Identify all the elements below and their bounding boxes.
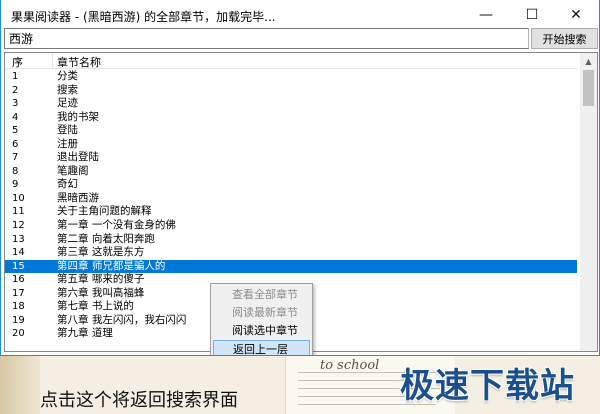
context-menu-item[interactable]: 阅读选中章节	[213, 321, 310, 339]
list-item[interactable]: 13 第二章 向着太阳奔跑	[5, 233, 577, 247]
list-item[interactable]: 12 第一章 一个没有金身的佛	[5, 219, 577, 233]
chapter-number: 4	[12, 111, 19, 123]
decorative-background	[0, 356, 40, 414]
column-header-chapter-name[interactable]: 章节名称	[57, 54, 101, 70]
chapter-number: 14	[12, 247, 25, 259]
chapter-name: 关于主角问题的解释	[57, 205, 152, 218]
list-item[interactable]: 4 我的书架	[5, 111, 577, 125]
chapter-number: 7	[12, 152, 19, 164]
search-input[interactable]	[4, 28, 529, 49]
chapter-number: 17	[12, 287, 25, 299]
vertical-scrollbar[interactable]: ▲	[580, 53, 597, 351]
chapter-number: 6	[12, 138, 19, 150]
chapter-name: 第三章 这就是东方	[57, 246, 145, 259]
chapter-name: 第六章 我叫高福蜂	[57, 286, 145, 299]
chapter-name: 第一章 一个没有金身的佛	[57, 219, 176, 232]
chapter-name: 我的书架	[57, 110, 99, 123]
chapter-name: 第七章 书上说的	[57, 300, 134, 313]
list-item[interactable]: 10 黑暗西游	[5, 192, 577, 206]
chapter-name: 第二章 向着太阳奔跑	[57, 232, 155, 245]
chapter-number: 20	[12, 328, 25, 340]
context-menu-item[interactable]: 查看全部章节	[213, 285, 310, 303]
chapter-number: 12	[12, 220, 25, 232]
chapter-number: 10	[12, 192, 25, 204]
scrollbar-thumb[interactable]	[583, 70, 594, 106]
chapter-number: 2	[12, 84, 19, 96]
list-item[interactable]: 3 足迹	[5, 97, 577, 111]
list-item[interactable]: 9 奇幻	[5, 178, 577, 192]
site-watermark: 极速下载站	[400, 366, 575, 406]
list-header: 序 章节名称	[5, 53, 577, 69]
column-divider[interactable]	[52, 53, 53, 68]
chapter-number: 19	[12, 314, 25, 326]
minimize-button[interactable]: —	[463, 0, 509, 30]
app-window: 果果阅读器 - (黑暗西游) 的全部章节，加载完毕... — ☐ ✕ 开始搜索 …	[0, 0, 600, 356]
chapter-number: 13	[12, 233, 25, 245]
chapter-number: 15	[12, 260, 25, 272]
close-button[interactable]: ✕	[553, 0, 599, 30]
chapter-number: 16	[12, 274, 25, 286]
list-item[interactable]: 14 第三章 这就是东方	[5, 246, 577, 260]
chapter-number: 1	[12, 71, 19, 82]
window-title: 果果阅读器 - (黑暗西游) 的全部章节，加载完毕...	[11, 10, 276, 24]
list-item[interactable]: 1 分类	[5, 70, 577, 84]
list-item[interactable]: 7 退出登陆	[5, 151, 577, 165]
chapter-name: 退出登陆	[57, 151, 99, 164]
chapter-number: 9	[12, 179, 19, 191]
chapter-number: 3	[12, 98, 19, 110]
chapter-name: 分类	[57, 70, 78, 82]
chapter-name: 登陆	[57, 124, 78, 137]
list-item[interactable]: 11 关于主角问题的解释	[5, 205, 577, 219]
chapter-name: 第九章 道理	[57, 327, 113, 340]
list-item[interactable]: 5 登陆	[5, 124, 577, 138]
promo-banner: to school 点击这个将返回搜索界面 极速下载站	[0, 356, 600, 414]
list-item[interactable]: 2 搜索	[5, 84, 577, 98]
chapter-name: 注册	[57, 137, 78, 150]
chapter-name: 奇幻	[57, 178, 78, 191]
chapter-name: 第五章 哪来的傻子	[57, 273, 145, 286]
annotation-caption: 点击这个将返回搜索界面	[40, 390, 238, 411]
list-item[interactable]: 6 注册	[5, 138, 577, 152]
list-item[interactable]: 8 笔趣阁	[5, 165, 577, 179]
list-item[interactable]: 15 第四章 师兄都是骗人的	[5, 259, 577, 274]
search-bar: 开始搜索	[1, 28, 599, 50]
decorative-text: to school	[320, 358, 380, 373]
chapter-number: 8	[12, 165, 19, 177]
chapter-name: 笔趣阁	[57, 164, 89, 177]
chapter-name: 第四章 师兄都是骗人的	[57, 259, 166, 272]
chapter-number: 11	[12, 206, 25, 218]
context-menu: 查看全部章节 阅读最新章节 阅读选中章节 返回上一层	[210, 283, 313, 355]
title-bar: 果果阅读器 - (黑暗西游) 的全部章节，加载完毕... — ☐ ✕	[1, 0, 599, 30]
scroll-up-arrow-icon[interactable]: ▲	[580, 53, 597, 70]
maximize-button[interactable]: ☐	[509, 0, 555, 30]
chapter-name: 第八章 我左闪闪，我右闪闪	[57, 313, 187, 326]
context-menu-item[interactable]: 返回上一层	[213, 340, 310, 355]
chapter-name: 足迹	[57, 97, 78, 110]
chapter-number: 5	[12, 125, 19, 137]
context-menu-item[interactable]: 阅读最新章节	[213, 303, 310, 321]
chapter-number: 18	[12, 301, 25, 313]
search-button[interactable]: 开始搜索	[531, 28, 598, 49]
chapter-name: 搜索	[57, 83, 78, 96]
chapter-name: 黑暗西游	[57, 191, 99, 204]
column-header-number[interactable]: 序	[12, 54, 23, 70]
